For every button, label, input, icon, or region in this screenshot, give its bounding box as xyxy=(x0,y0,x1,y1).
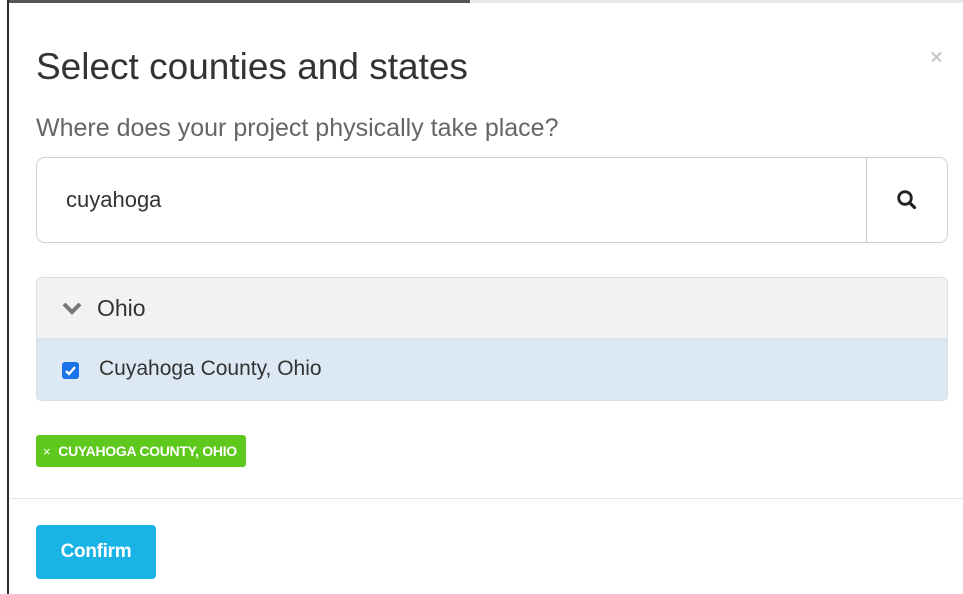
result-label: Cuyahoga County, Ohio xyxy=(99,357,322,380)
result-checkbox[interactable] xyxy=(62,362,79,379)
close-icon[interactable] xyxy=(927,47,947,67)
search-input[interactable] xyxy=(37,158,867,242)
results-list: Ohio Cuyahoga County, Ohio xyxy=(36,277,948,401)
group-header-ohio[interactable]: Ohio xyxy=(37,278,947,339)
chevron-down-icon xyxy=(62,302,82,315)
modal-subtitle: Where does your project physically take … xyxy=(36,114,559,142)
search-icon xyxy=(897,190,917,210)
selected-tag: × CUYAHOGA COUNTY, OHIO xyxy=(36,435,246,467)
window-left-edge xyxy=(0,0,9,594)
tag-label: CUYAHOGA COUNTY, OHIO xyxy=(58,443,237,459)
result-row-cuyahoga-county[interactable]: Cuyahoga County, Ohio xyxy=(37,339,947,400)
confirm-button[interactable]: Confirm xyxy=(36,525,156,579)
footer-divider xyxy=(10,498,963,499)
select-location-modal: Select counties and states Where does yo… xyxy=(10,3,963,594)
group-label: Ohio xyxy=(97,295,146,321)
tag-remove-icon[interactable]: × xyxy=(43,444,51,459)
checkmark-icon xyxy=(65,366,76,376)
search-button[interactable] xyxy=(866,158,947,242)
modal-title: Select counties and states xyxy=(36,46,468,87)
search-box xyxy=(36,157,948,243)
